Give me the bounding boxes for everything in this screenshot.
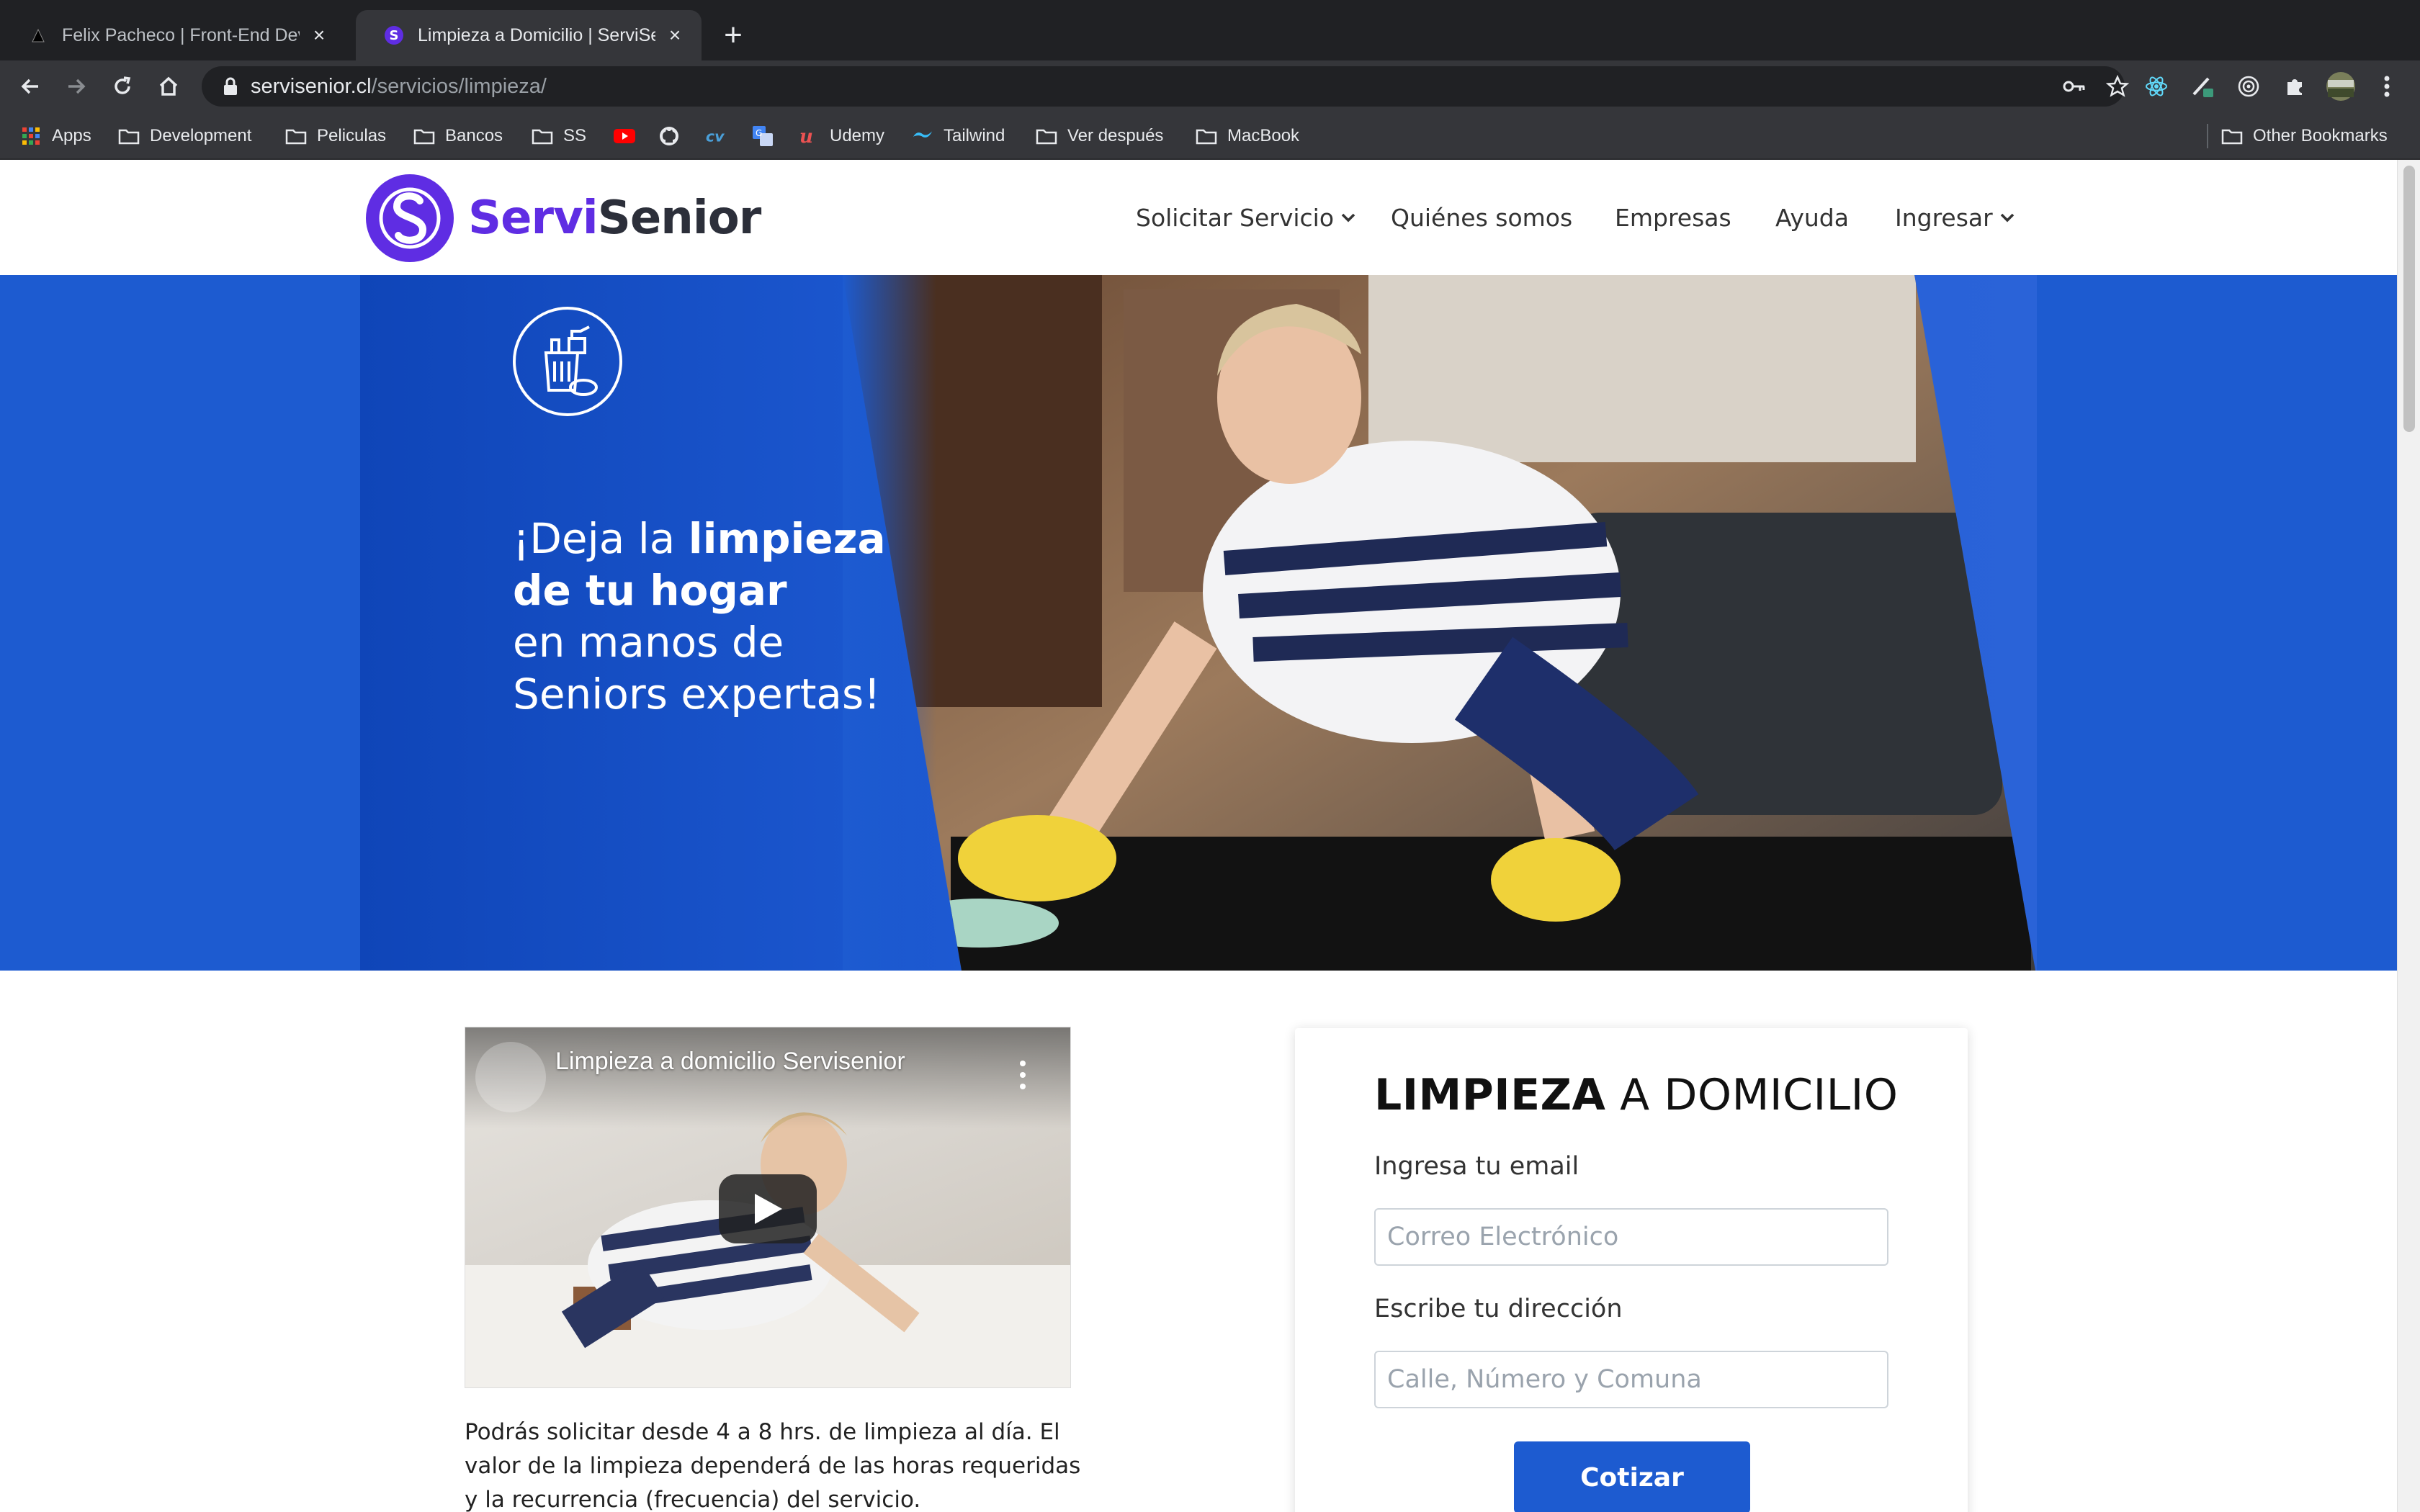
bookmark-star-icon[interactable]	[2100, 69, 2135, 104]
tailwind-icon	[912, 125, 933, 147]
svg-text:S: S	[390, 28, 399, 43]
bookmark-youtube[interactable]	[614, 122, 645, 150]
address-label: Escribe tu dirección	[1374, 1295, 1623, 1323]
video-top-gradient	[465, 1027, 1070, 1128]
nav-solicitar-servicio[interactable]: Solicitar Servicio	[1136, 197, 1355, 238]
extensions-puzzle-icon[interactable]	[2277, 69, 2312, 104]
svg-text:G: G	[756, 128, 762, 138]
bookmark-folder-ver-despues[interactable]: Ver después	[1036, 122, 1163, 150]
bookmark-translate[interactable]: G	[752, 122, 784, 150]
svg-text:cv: cv	[706, 128, 725, 145]
play-icon	[755, 1194, 782, 1224]
bookmarks-divider	[2207, 124, 2208, 148]
close-tab-icon[interactable]: ×	[308, 24, 330, 46]
bookmark-folder-ss[interactable]: SS	[532, 122, 586, 150]
hero-banner: ¡Deja la limpieza de tu hogar en manos d…	[0, 275, 2397, 971]
bookmark-udemy[interactable]: u Udemy	[798, 122, 884, 150]
form-title: LIMPIEZA A DOMICILIO	[1374, 1070, 1899, 1120]
github-icon	[658, 125, 680, 147]
bookmark-apps[interactable]: Apps	[20, 122, 91, 150]
cotizar-button[interactable]: Cotizar	[1514, 1441, 1750, 1512]
react-devtools-icon[interactable]	[2139, 69, 2174, 104]
email-field[interactable]	[1374, 1208, 1888, 1266]
bookmarks-bar: Apps Development Peliculas Bancos SS cv …	[0, 112, 2420, 160]
lock-icon[interactable]	[222, 76, 239, 96]
target-extension-icon[interactable]	[2231, 69, 2266, 104]
service-description: Podrás solicitar desde 4 a 8 hrs. de lim…	[465, 1419, 1081, 1512]
close-tab-icon[interactable]: ×	[664, 24, 686, 46]
apps-grid-icon	[20, 125, 42, 147]
forward-icon[interactable]	[59, 69, 94, 104]
browser-toolbar: servisenior.cl/servicios/limpieza/	[0, 60, 2420, 112]
folder-icon	[2221, 125, 2243, 147]
reload-icon[interactable]	[105, 69, 140, 104]
page-scrollbar[interactable]	[2397, 160, 2420, 1512]
pen-extension-icon[interactable]	[2185, 69, 2220, 104]
play-button[interactable]	[719, 1174, 817, 1243]
translate-icon: G	[752, 125, 774, 147]
channel-avatar[interactable]	[475, 1042, 546, 1112]
chevron-down-icon	[1341, 213, 1355, 222]
tab-favicon-icon: S	[383, 24, 405, 46]
nav-ayuda[interactable]: Ayuda	[1775, 197, 1849, 238]
youtube-icon	[614, 125, 635, 147]
back-icon[interactable]	[13, 69, 48, 104]
key-icon[interactable]	[2057, 69, 2092, 104]
bookmark-folder-peliculas[interactable]: Peliculas	[285, 122, 386, 150]
address-bar[interactable]: servisenior.cl/servicios/limpieza/	[202, 66, 2129, 107]
browser-chrome: Felix Pacheco | Front-End Developer × S …	[0, 0, 2420, 160]
url-text: servisenior.cl/servicios/limpieza/	[251, 75, 547, 98]
email-label: Ingresa tu email	[1374, 1152, 1579, 1181]
page-content: ServiSenior Solicitar Servicio Quiénes s…	[0, 160, 2397, 1512]
cv-icon: cv	[704, 125, 726, 147]
video-more-icon[interactable]	[1010, 1053, 1036, 1097]
tab-title: Felix Pacheco | Front-End Developer	[62, 24, 300, 45]
folder-icon	[118, 125, 140, 147]
scrollbar-thumb[interactable]	[2403, 166, 2415, 432]
folder-icon	[285, 125, 307, 147]
site-header: ServiSenior Solicitar Servicio Quiénes s…	[0, 160, 2397, 275]
folder-icon	[413, 125, 435, 147]
cleaning-supplies-icon	[513, 307, 622, 416]
tab-favicon-icon	[27, 24, 49, 46]
bookmark-folder-other[interactable]: Other Bookmarks	[2221, 122, 2388, 150]
tab-strip: Felix Pacheco | Front-End Developer × S …	[0, 0, 2420, 60]
quote-form-card: LIMPIEZA A DOMICILIO Ingresa tu email Es…	[1295, 1028, 1968, 1512]
new-tab-button[interactable]: +	[720, 19, 746, 52]
servisenior-logo[interactable]: ServiSenior	[366, 174, 761, 262]
chevron-down-icon	[2000, 213, 2014, 222]
udemy-icon: u	[798, 125, 820, 147]
home-icon[interactable]	[151, 69, 186, 104]
hero-photo-cleaning-senior	[843, 275, 2035, 971]
nav-empresas[interactable]: Empresas	[1615, 197, 1731, 238]
nav-quienes-somos[interactable]: Quiénes somos	[1391, 197, 1572, 238]
bookmark-folder-development[interactable]: Development	[118, 122, 251, 150]
bookmark-folder-macbook[interactable]: MacBook	[1196, 122, 1299, 150]
logo-wordmark: ServiSenior	[468, 192, 761, 245]
tab-felix-pacheco[interactable]: Felix Pacheco | Front-End Developer ×	[0, 10, 346, 60]
bookmark-tailwind[interactable]: Tailwind	[912, 122, 1005, 150]
tab-servisenior[interactable]: S Limpieza a Domicilio | ServiSenior ×	[356, 10, 702, 60]
youtube-video-embed[interactable]: Limpieza a domicilio Servisenior	[465, 1027, 1071, 1388]
folder-icon	[1196, 125, 1217, 147]
hero-headline: ¡Deja la limpieza de tu hogar en manos d…	[513, 514, 886, 719]
bookmark-folder-bancos[interactable]: Bancos	[413, 122, 503, 150]
svg-text:u: u	[799, 126, 813, 147]
nav-ingresar[interactable]: Ingresar	[1895, 197, 2015, 238]
folder-icon	[1036, 125, 1057, 147]
video-title[interactable]: Limpieza a domicilio Servisenior	[555, 1048, 905, 1076]
servisenior-logo-icon	[366, 174, 454, 262]
address-field[interactable]	[1374, 1351, 1888, 1408]
browser-menu-icon[interactable]	[2370, 69, 2404, 104]
bookmark-cv[interactable]: cv	[704, 122, 736, 150]
bookmark-github[interactable]	[658, 122, 690, 150]
tab-title: Limpieza a Domicilio | ServiSenior	[418, 24, 655, 45]
folder-icon	[532, 125, 553, 147]
profile-avatar[interactable]	[2323, 69, 2358, 104]
